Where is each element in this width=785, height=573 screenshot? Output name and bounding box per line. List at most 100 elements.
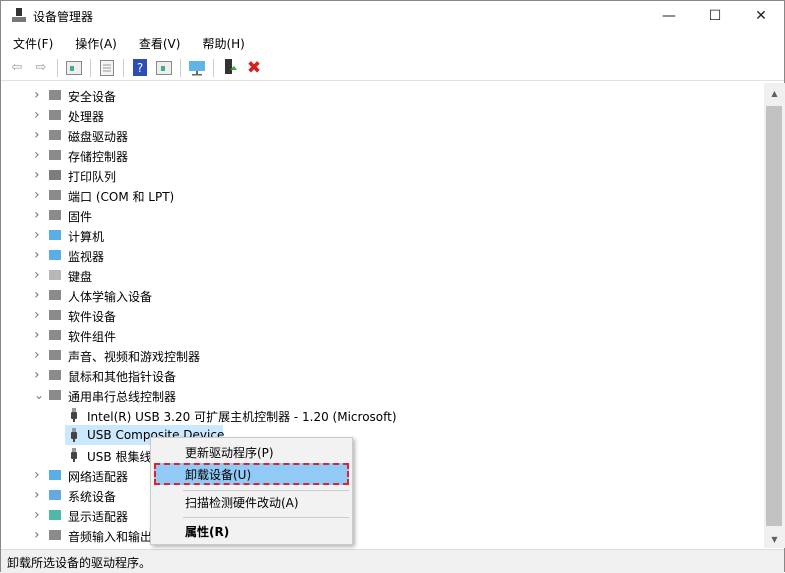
- expand-icon[interactable]: ›: [34, 527, 44, 543]
- expand-icon[interactable]: ›: [34, 227, 44, 243]
- monitor-icon: [48, 248, 62, 262]
- context-menu: 更新驱动程序(P) 卸载设备(U) 扫描检测硬件改动(A) 属性(R): [150, 437, 353, 545]
- tree-item[interactable]: › 端口 (COM 和 LPT): [34, 185, 206, 205]
- tree-item[interactable]: › 软件设备: [34, 305, 206, 325]
- expand-icon[interactable]: ›: [34, 287, 44, 303]
- tree-item[interactable]: Intel(R) USB 3.20 可扩展主机控制器 - 1.20 (Micro…: [65, 405, 465, 425]
- collapse-icon[interactable]: ⌄: [34, 388, 44, 402]
- properties-icon[interactable]: [97, 58, 117, 78]
- help-icon[interactable]: ?: [130, 58, 150, 78]
- expand-icon[interactable]: ›: [34, 127, 44, 143]
- tree-item[interactable]: ⌄ 通用串行总线控制器: [34, 385, 206, 405]
- tree-item-label: 网络适配器: [68, 470, 129, 484]
- menu-help[interactable]: 帮助(H): [190, 33, 250, 53]
- computer-icon: [48, 228, 62, 242]
- expand-icon[interactable]: ›: [34, 107, 44, 123]
- toolbar: ⇦ ⇨ ? ✖: [1, 55, 784, 81]
- menu-view[interactable]: 查看(V): [127, 33, 187, 53]
- expand-icon[interactable]: ›: [34, 167, 44, 183]
- menu-item-update-driver[interactable]: 更新驱动程序(P): [154, 441, 349, 463]
- menu-item-properties[interactable]: 属性(R): [154, 520, 349, 542]
- usb-plug-icon: [67, 448, 81, 462]
- update-driver-icon[interactable]: [220, 58, 240, 78]
- divider: [57, 58, 58, 77]
- tree-item-label: 软件设备: [68, 310, 117, 324]
- expand-icon[interactable]: ›: [34, 87, 44, 103]
- tree-item[interactable]: › 磁盘驱动器: [34, 125, 206, 145]
- keyboard-icon: [48, 268, 62, 282]
- divider: [123, 58, 124, 77]
- tree-item-label: 磁盘驱动器: [68, 130, 129, 144]
- minimize-button[interactable]: —: [646, 1, 692, 31]
- software-component-icon: [48, 328, 62, 342]
- menu-item-scan-hardware[interactable]: 扫描检测硬件改动(A): [154, 491, 349, 513]
- expand-icon[interactable]: ›: [34, 147, 44, 163]
- audio-icon: [48, 528, 62, 542]
- printer-icon: [48, 168, 62, 182]
- expand-icon[interactable]: ›: [34, 487, 44, 503]
- tree-item[interactable]: › 存储控制器: [34, 145, 206, 165]
- expand-icon[interactable]: ›: [34, 367, 44, 383]
- expand-icon[interactable]: ›: [34, 207, 44, 223]
- back-icon[interactable]: ⇦: [7, 58, 27, 78]
- tree-item[interactable]: › 键盘: [34, 265, 206, 285]
- menu-item-uninstall-device[interactable]: 卸载设备(U): [154, 463, 349, 485]
- expand-icon[interactable]: ›: [34, 327, 44, 343]
- tree-item[interactable]: › 计算机: [34, 225, 206, 245]
- network-icon: [48, 468, 62, 482]
- tree-item-label: 打印队列: [68, 170, 117, 184]
- tree-item-label: Intel(R) USB 3.20 可扩展主机控制器 - 1.20 (Micro…: [87, 410, 397, 424]
- show-hide-tree-icon[interactable]: [64, 58, 84, 78]
- display-adapter-icon: [48, 508, 62, 522]
- device-manager-window: 设备管理器 — ☐ ✕ 文件(F) 操作(A) 查看(V) 帮助(H) ⇦ ⇨ …: [0, 0, 785, 573]
- storage-icon: [48, 148, 62, 162]
- software-device-icon: [48, 308, 62, 322]
- scrollbar-thumb[interactable]: [766, 106, 782, 526]
- monitor-icon[interactable]: [187, 58, 207, 78]
- device-manager-icon: [12, 8, 26, 22]
- expand-icon[interactable]: ›: [34, 307, 44, 323]
- port-icon: [48, 188, 62, 202]
- action-pane-icon[interactable]: [154, 58, 174, 78]
- menu-action[interactable]: 操作(A): [63, 33, 123, 53]
- scroll-down-icon[interactable]: ▼: [764, 535, 785, 544]
- expand-icon[interactable]: ›: [34, 467, 44, 483]
- tree-item-label: 系统设备: [68, 490, 117, 504]
- system-icon: [48, 488, 62, 502]
- tree-item[interactable]: › 声音、视频和游戏控制器: [34, 345, 206, 365]
- tree-item-label: 固件: [68, 210, 93, 224]
- scroll-up-icon[interactable]: ▲: [764, 89, 785, 98]
- menu-file[interactable]: 文件(F): [1, 33, 59, 53]
- tree-item-label: 显示适配器: [68, 510, 129, 524]
- hid-icon: [48, 288, 62, 302]
- forward-icon[interactable]: ⇨: [31, 58, 51, 78]
- tree-item[interactable]: › 打印队列: [34, 165, 206, 185]
- tree-item-label: 存储控制器: [68, 150, 129, 164]
- tree-item[interactable]: › 安全设备: [34, 85, 206, 105]
- maximize-button[interactable]: ☐: [692, 1, 738, 31]
- tree-item[interactable]: › 处理器: [34, 105, 206, 125]
- disk-icon: [48, 128, 62, 142]
- divider: [183, 517, 349, 518]
- expand-icon[interactable]: ›: [34, 267, 44, 283]
- tree-item[interactable]: › 人体学输入设备: [34, 285, 206, 305]
- firmware-icon: [48, 208, 62, 222]
- divider: [180, 58, 181, 77]
- status-bar: 卸载所选设备的驱动程序。: [1, 549, 784, 573]
- vertical-scrollbar[interactable]: ▲ ▼: [764, 83, 785, 548]
- tree-item[interactable]: › 监视器: [34, 245, 206, 265]
- tree-item[interactable]: › 固件: [34, 205, 206, 225]
- usb-icon: [48, 388, 62, 402]
- expand-icon[interactable]: ›: [34, 507, 44, 523]
- tree-item-label: 端口 (COM 和 LPT): [68, 190, 175, 204]
- processor-icon: [48, 108, 62, 122]
- expand-icon[interactable]: ›: [34, 187, 44, 203]
- tree-item[interactable]: › 软件组件: [34, 325, 206, 345]
- expand-icon[interactable]: ›: [34, 247, 44, 263]
- security-device-icon: [48, 88, 62, 102]
- tree-item[interactable]: › 鼠标和其他指针设备: [34, 365, 206, 385]
- expand-icon[interactable]: ›: [34, 347, 44, 363]
- svg-text:?: ?: [137, 61, 143, 75]
- uninstall-icon[interactable]: ✖: [244, 58, 264, 78]
- close-button[interactable]: ✕: [738, 1, 784, 31]
